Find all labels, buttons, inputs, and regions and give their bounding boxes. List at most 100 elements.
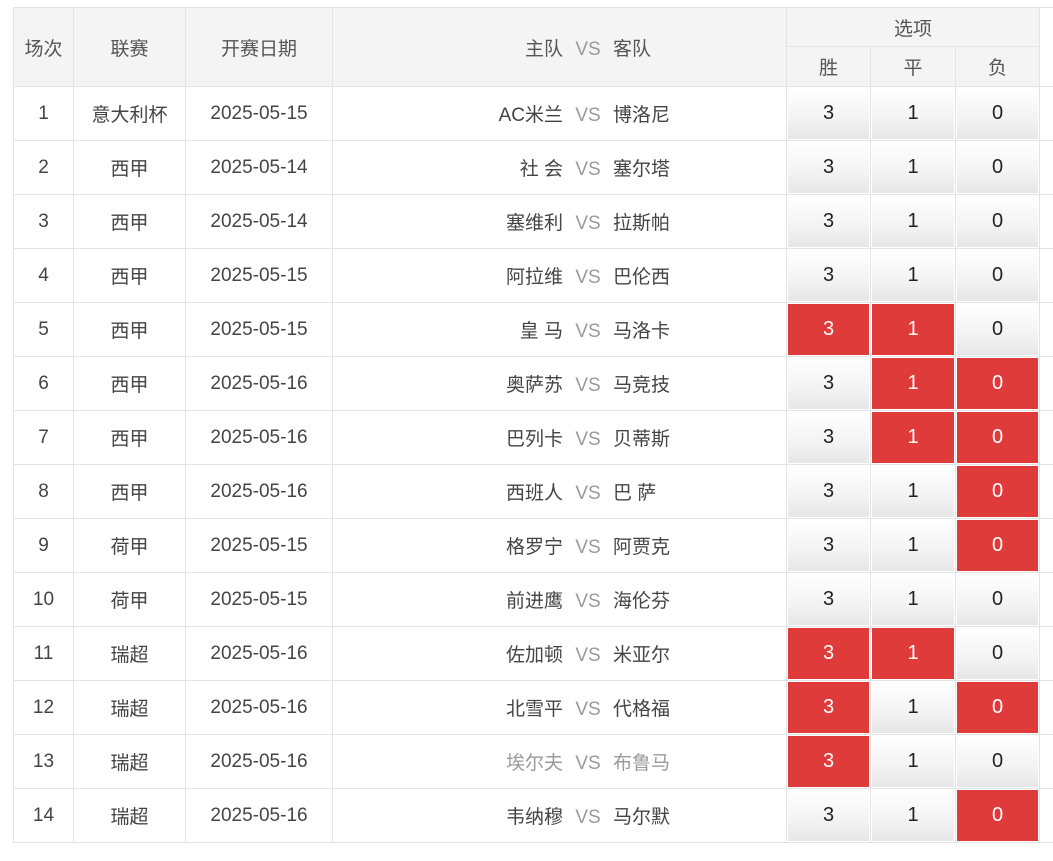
- away-team: 拉斯帕: [613, 213, 671, 234]
- match-no: 11: [13, 626, 74, 681]
- home-team: 社 会: [519, 159, 563, 180]
- away-team: 塞尔塔: [613, 159, 671, 180]
- option-lose-button[interactable]: 0: [957, 790, 1039, 841]
- home-team: 西班人: [505, 483, 563, 504]
- row-extra: [1039, 572, 1053, 627]
- home-team: 埃尔夫: [505, 753, 563, 774]
- home-team: 塞维利: [505, 213, 563, 234]
- away-team: 布鲁马: [613, 753, 671, 774]
- option-draw-button[interactable]: 1: [872, 466, 954, 517]
- opt-lose-cell: 0: [954, 86, 1041, 141]
- table-row: 12 瑞超 2025-05-16 北雪平 VS 代格福 3 1 0: [13, 680, 1053, 735]
- option-lose-button[interactable]: 0: [957, 358, 1039, 409]
- opt-draw-cell: 1: [870, 356, 956, 411]
- option-lose-button[interactable]: 0: [957, 682, 1039, 733]
- opt-draw-cell: 1: [870, 248, 956, 303]
- match-no: 12: [13, 680, 74, 735]
- option-draw-button[interactable]: 1: [872, 520, 954, 571]
- opt-lose-cell: 0: [954, 302, 1041, 357]
- vs-label: VS: [575, 537, 601, 558]
- league-cell: 瑞超: [73, 734, 186, 789]
- home-team: 格罗宁: [505, 537, 563, 558]
- row-extra: [1039, 302, 1053, 357]
- match-cell: 前进鹰 VS 海伦芬: [332, 572, 787, 627]
- option-draw-button[interactable]: 1: [872, 790, 954, 841]
- row-extra: [1039, 410, 1053, 465]
- league-cell: 瑞超: [73, 680, 186, 735]
- opt-draw-cell: 1: [870, 788, 956, 843]
- table-row: 8 西甲 2025-05-16 西班人 VS 巴 萨 3 1 0: [13, 464, 1053, 519]
- option-lose-button[interactable]: 0: [957, 520, 1039, 571]
- league-cell: 西甲: [73, 356, 186, 411]
- away-team: 马竞技: [613, 375, 671, 396]
- table-row: 11 瑞超 2025-05-16 佐加顿 VS 米亚尔 3 1 0: [13, 626, 1053, 681]
- opt-lose-cell: 0: [954, 734, 1041, 789]
- opt-draw-cell: 1: [870, 626, 956, 681]
- match-cell: 巴列卡 VS 贝蒂斯: [332, 410, 787, 465]
- league-cell: 西甲: [73, 302, 186, 357]
- match-no: 8: [13, 464, 74, 519]
- away-team: 米亚尔: [613, 645, 671, 666]
- vs-label: VS: [575, 483, 601, 504]
- row-extra: [1039, 140, 1053, 195]
- match-no: 7: [13, 410, 74, 465]
- option-lose-button[interactable]: 0: [957, 628, 1039, 679]
- option-draw-button[interactable]: 1: [872, 736, 954, 787]
- opt-lose-cell: 0: [954, 140, 1041, 195]
- option-lose-button[interactable]: 0: [957, 142, 1039, 193]
- date-cell: 2025-05-16: [185, 680, 333, 735]
- table-row: 4 西甲 2025-05-15 阿拉维 VS 巴伦西 3 1 0: [13, 248, 1053, 303]
- option-lose-button[interactable]: 0: [957, 574, 1039, 625]
- league-cell: 西甲: [73, 194, 186, 249]
- header-opt-lose: 负: [954, 46, 1041, 87]
- match-cell: 埃尔夫 VS 布鲁马: [332, 734, 787, 789]
- option-lose-button[interactable]: 0: [957, 736, 1039, 787]
- table-header: 场次 联赛 开赛日期 主队 VS 客队 选项 胜 平 负: [13, 7, 1053, 87]
- option-draw-button[interactable]: 1: [872, 304, 954, 355]
- date-cell: 2025-05-15: [185, 86, 333, 141]
- option-draw-button[interactable]: 1: [872, 250, 954, 301]
- option-lose-button[interactable]: 0: [957, 304, 1039, 355]
- row-extra: [1039, 86, 1053, 141]
- table-row: 9 荷甲 2025-05-15 格罗宁 VS 阿贾克 3 1 0: [13, 518, 1053, 573]
- vs-label: VS: [575, 321, 601, 342]
- date-cell: 2025-05-16: [185, 356, 333, 411]
- date-cell: 2025-05-16: [185, 788, 333, 843]
- row-extra: [1039, 626, 1053, 681]
- option-lose-button[interactable]: 0: [957, 88, 1039, 139]
- option-draw-button[interactable]: 1: [872, 682, 954, 733]
- option-lose-button[interactable]: 0: [957, 412, 1039, 463]
- opt-lose-cell: 0: [954, 194, 1041, 249]
- vs-label: VS: [575, 753, 601, 774]
- match-no: 5: [13, 302, 74, 357]
- vs-label: VS: [575, 105, 601, 126]
- home-team: 皇 马: [519, 321, 563, 342]
- away-team: 马尔默: [613, 807, 671, 828]
- option-draw-button[interactable]: 1: [872, 196, 954, 247]
- home-team: 韦纳穆: [505, 807, 563, 828]
- option-draw-button[interactable]: 1: [872, 412, 954, 463]
- opt-draw-cell: 1: [870, 302, 956, 357]
- date-cell: 2025-05-16: [185, 626, 333, 681]
- vs-label: VS: [575, 429, 601, 450]
- option-lose-button[interactable]: 0: [957, 466, 1039, 517]
- match-cell: 北雪平 VS 代格福: [332, 680, 787, 735]
- opt-draw-cell: 1: [870, 410, 956, 465]
- option-draw-button[interactable]: 1: [872, 358, 954, 409]
- date-cell: 2025-05-15: [185, 572, 333, 627]
- option-draw-button[interactable]: 1: [872, 628, 954, 679]
- opt-lose-cell: 0: [954, 248, 1041, 303]
- option-lose-button[interactable]: 0: [957, 250, 1039, 301]
- away-team: 贝蒂斯: [613, 429, 671, 450]
- league-cell: 瑞超: [73, 626, 186, 681]
- home-team: 佐加顿: [505, 645, 563, 666]
- option-lose-button[interactable]: 0: [957, 196, 1039, 247]
- option-draw-button[interactable]: 1: [872, 574, 954, 625]
- row-extra: [1039, 248, 1053, 303]
- vs-label: VS: [575, 159, 601, 180]
- option-draw-button[interactable]: 1: [872, 88, 954, 139]
- home-team: 北雪平: [505, 699, 563, 720]
- option-draw-button[interactable]: 1: [872, 142, 954, 193]
- table-row: 6 西甲 2025-05-16 奥萨苏 VS 马竞技 3 1 0: [13, 356, 1053, 411]
- table-body: 1 意大利杯 2025-05-15 AC米兰 VS 博洛尼 3 1 0 2 西甲 2…: [13, 86, 1053, 843]
